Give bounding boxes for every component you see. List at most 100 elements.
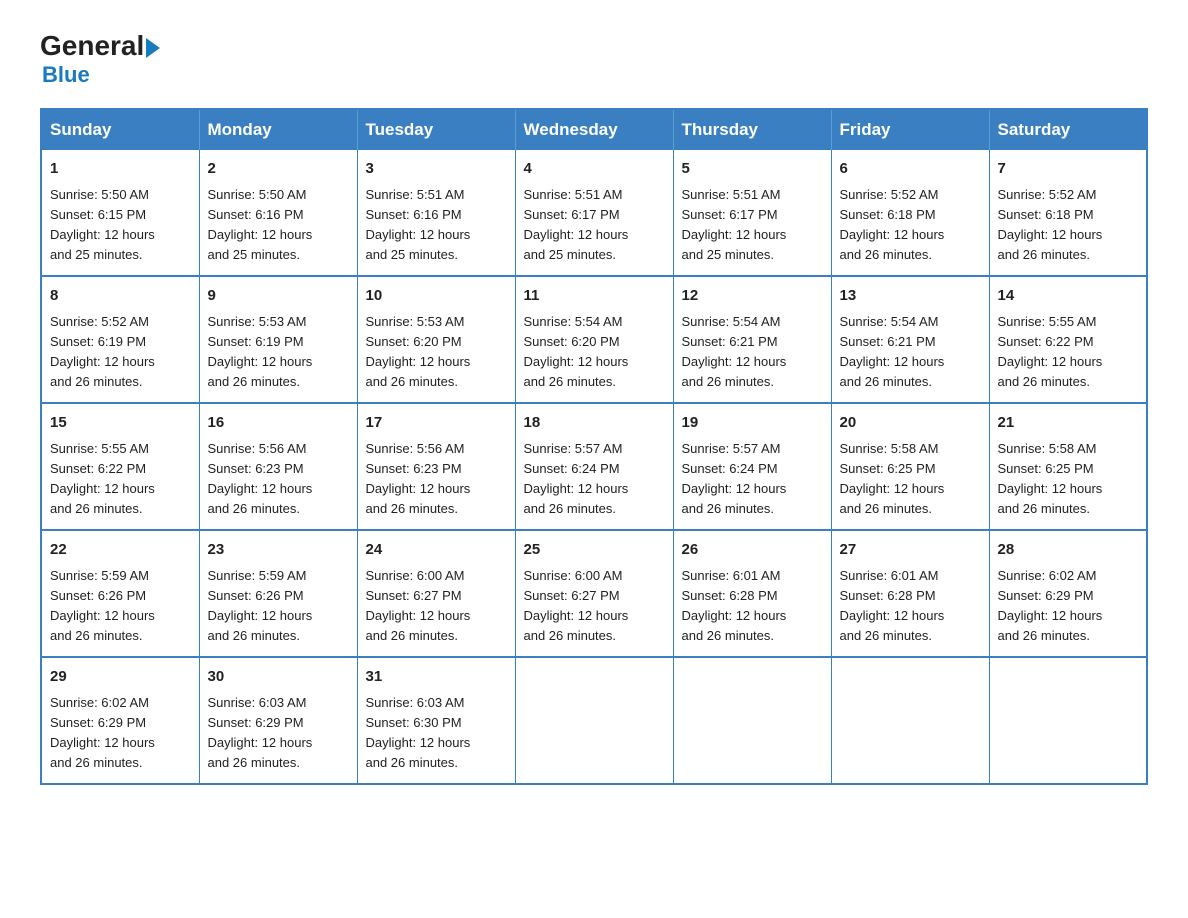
day-number: 6 <box>840 158 981 181</box>
day-info: Sunrise: 5:55 AMSunset: 6:22 PMDaylight:… <box>998 312 1139 393</box>
calendar-week-row: 1 Sunrise: 5:50 AMSunset: 6:15 PMDayligh… <box>41 150 1147 276</box>
day-number: 28 <box>998 539 1139 562</box>
calendar-day-cell: 7 Sunrise: 5:52 AMSunset: 6:18 PMDayligh… <box>989 150 1147 276</box>
day-info: Sunrise: 5:55 AMSunset: 6:22 PMDaylight:… <box>50 439 191 520</box>
calendar-day-cell: 25 Sunrise: 6:00 AMSunset: 6:27 PMDaylig… <box>515 530 673 657</box>
calendar-day-cell: 9 Sunrise: 5:53 AMSunset: 6:19 PMDayligh… <box>199 276 357 403</box>
calendar-day-cell <box>515 657 673 784</box>
page-header: General Blue <box>40 30 1148 88</box>
calendar-day-cell: 2 Sunrise: 5:50 AMSunset: 6:16 PMDayligh… <box>199 150 357 276</box>
day-number: 7 <box>998 158 1139 181</box>
day-info: Sunrise: 6:02 AMSunset: 6:29 PMDaylight:… <box>998 566 1139 647</box>
calendar-table: SundayMondayTuesdayWednesdayThursdayFrid… <box>40 108 1148 785</box>
calendar-day-cell: 1 Sunrise: 5:50 AMSunset: 6:15 PMDayligh… <box>41 150 199 276</box>
day-info: Sunrise: 5:52 AMSunset: 6:19 PMDaylight:… <box>50 312 191 393</box>
day-number: 11 <box>524 285 665 308</box>
day-info: Sunrise: 6:03 AMSunset: 6:30 PMDaylight:… <box>366 693 507 774</box>
calendar-day-header: Thursday <box>673 109 831 150</box>
day-info: Sunrise: 5:59 AMSunset: 6:26 PMDaylight:… <box>208 566 349 647</box>
day-number: 20 <box>840 412 981 435</box>
logo-triangle-icon <box>146 38 160 58</box>
day-number: 15 <box>50 412 191 435</box>
day-info: Sunrise: 5:54 AMSunset: 6:20 PMDaylight:… <box>524 312 665 393</box>
calendar-day-cell: 13 Sunrise: 5:54 AMSunset: 6:21 PMDaylig… <box>831 276 989 403</box>
day-info: Sunrise: 5:51 AMSunset: 6:16 PMDaylight:… <box>366 185 507 266</box>
day-number: 26 <box>682 539 823 562</box>
day-info: Sunrise: 5:54 AMSunset: 6:21 PMDaylight:… <box>682 312 823 393</box>
day-info: Sunrise: 5:53 AMSunset: 6:19 PMDaylight:… <box>208 312 349 393</box>
calendar-day-cell: 27 Sunrise: 6:01 AMSunset: 6:28 PMDaylig… <box>831 530 989 657</box>
calendar-day-header: Tuesday <box>357 109 515 150</box>
day-info: Sunrise: 5:50 AMSunset: 6:15 PMDaylight:… <box>50 185 191 266</box>
day-number: 3 <box>366 158 507 181</box>
calendar-day-cell: 31 Sunrise: 6:03 AMSunset: 6:30 PMDaylig… <box>357 657 515 784</box>
calendar-header-row: SundayMondayTuesdayWednesdayThursdayFrid… <box>41 109 1147 150</box>
day-number: 8 <box>50 285 191 308</box>
calendar-day-header: Wednesday <box>515 109 673 150</box>
calendar-day-cell: 6 Sunrise: 5:52 AMSunset: 6:18 PMDayligh… <box>831 150 989 276</box>
logo: General Blue <box>40 30 160 88</box>
calendar-day-cell: 8 Sunrise: 5:52 AMSunset: 6:19 PMDayligh… <box>41 276 199 403</box>
calendar-week-row: 22 Sunrise: 5:59 AMSunset: 6:26 PMDaylig… <box>41 530 1147 657</box>
calendar-day-cell: 17 Sunrise: 5:56 AMSunset: 6:23 PMDaylig… <box>357 403 515 530</box>
day-info: Sunrise: 5:56 AMSunset: 6:23 PMDaylight:… <box>366 439 507 520</box>
day-info: Sunrise: 5:58 AMSunset: 6:25 PMDaylight:… <box>998 439 1139 520</box>
day-info: Sunrise: 5:58 AMSunset: 6:25 PMDaylight:… <box>840 439 981 520</box>
day-number: 17 <box>366 412 507 435</box>
day-info: Sunrise: 5:59 AMSunset: 6:26 PMDaylight:… <box>50 566 191 647</box>
calendar-day-cell: 26 Sunrise: 6:01 AMSunset: 6:28 PMDaylig… <box>673 530 831 657</box>
calendar-day-cell: 3 Sunrise: 5:51 AMSunset: 6:16 PMDayligh… <box>357 150 515 276</box>
day-number: 2 <box>208 158 349 181</box>
calendar-day-cell: 21 Sunrise: 5:58 AMSunset: 6:25 PMDaylig… <box>989 403 1147 530</box>
day-number: 30 <box>208 666 349 689</box>
calendar-day-header: Sunday <box>41 109 199 150</box>
day-number: 1 <box>50 158 191 181</box>
day-number: 21 <box>998 412 1139 435</box>
calendar-week-row: 8 Sunrise: 5:52 AMSunset: 6:19 PMDayligh… <box>41 276 1147 403</box>
calendar-day-cell: 10 Sunrise: 5:53 AMSunset: 6:20 PMDaylig… <box>357 276 515 403</box>
calendar-day-cell: 28 Sunrise: 6:02 AMSunset: 6:29 PMDaylig… <box>989 530 1147 657</box>
day-number: 4 <box>524 158 665 181</box>
logo-blue-text: Blue <box>42 62 90 87</box>
calendar-day-cell: 11 Sunrise: 5:54 AMSunset: 6:20 PMDaylig… <box>515 276 673 403</box>
calendar-day-cell: 16 Sunrise: 5:56 AMSunset: 6:23 PMDaylig… <box>199 403 357 530</box>
day-info: Sunrise: 5:57 AMSunset: 6:24 PMDaylight:… <box>682 439 823 520</box>
calendar-day-cell: 5 Sunrise: 5:51 AMSunset: 6:17 PMDayligh… <box>673 150 831 276</box>
day-info: Sunrise: 6:00 AMSunset: 6:27 PMDaylight:… <box>524 566 665 647</box>
day-number: 25 <box>524 539 665 562</box>
day-info: Sunrise: 5:52 AMSunset: 6:18 PMDaylight:… <box>840 185 981 266</box>
day-info: Sunrise: 5:53 AMSunset: 6:20 PMDaylight:… <box>366 312 507 393</box>
day-number: 5 <box>682 158 823 181</box>
day-number: 10 <box>366 285 507 308</box>
calendar-day-header: Saturday <box>989 109 1147 150</box>
day-info: Sunrise: 5:50 AMSunset: 6:16 PMDaylight:… <box>208 185 349 266</box>
calendar-day-cell <box>673 657 831 784</box>
calendar-day-cell: 29 Sunrise: 6:02 AMSunset: 6:29 PMDaylig… <box>41 657 199 784</box>
calendar-day-cell: 4 Sunrise: 5:51 AMSunset: 6:17 PMDayligh… <box>515 150 673 276</box>
calendar-week-row: 15 Sunrise: 5:55 AMSunset: 6:22 PMDaylig… <box>41 403 1147 530</box>
calendar-day-header: Friday <box>831 109 989 150</box>
day-number: 29 <box>50 666 191 689</box>
day-number: 19 <box>682 412 823 435</box>
calendar-day-header: Monday <box>199 109 357 150</box>
day-info: Sunrise: 5:51 AMSunset: 6:17 PMDaylight:… <box>682 185 823 266</box>
calendar-day-cell: 22 Sunrise: 5:59 AMSunset: 6:26 PMDaylig… <box>41 530 199 657</box>
calendar-day-cell: 15 Sunrise: 5:55 AMSunset: 6:22 PMDaylig… <box>41 403 199 530</box>
day-number: 13 <box>840 285 981 308</box>
day-number: 14 <box>998 285 1139 308</box>
calendar-day-cell: 24 Sunrise: 6:00 AMSunset: 6:27 PMDaylig… <box>357 530 515 657</box>
calendar-day-cell <box>989 657 1147 784</box>
calendar-day-cell: 30 Sunrise: 6:03 AMSunset: 6:29 PMDaylig… <box>199 657 357 784</box>
day-number: 31 <box>366 666 507 689</box>
day-number: 18 <box>524 412 665 435</box>
day-number: 23 <box>208 539 349 562</box>
calendar-day-cell: 19 Sunrise: 5:57 AMSunset: 6:24 PMDaylig… <box>673 403 831 530</box>
calendar-day-cell <box>831 657 989 784</box>
calendar-day-cell: 23 Sunrise: 5:59 AMSunset: 6:26 PMDaylig… <box>199 530 357 657</box>
day-info: Sunrise: 5:56 AMSunset: 6:23 PMDaylight:… <box>208 439 349 520</box>
day-info: Sunrise: 6:02 AMSunset: 6:29 PMDaylight:… <box>50 693 191 774</box>
calendar-day-cell: 18 Sunrise: 5:57 AMSunset: 6:24 PMDaylig… <box>515 403 673 530</box>
day-info: Sunrise: 5:52 AMSunset: 6:18 PMDaylight:… <box>998 185 1139 266</box>
day-number: 22 <box>50 539 191 562</box>
day-info: Sunrise: 6:01 AMSunset: 6:28 PMDaylight:… <box>840 566 981 647</box>
